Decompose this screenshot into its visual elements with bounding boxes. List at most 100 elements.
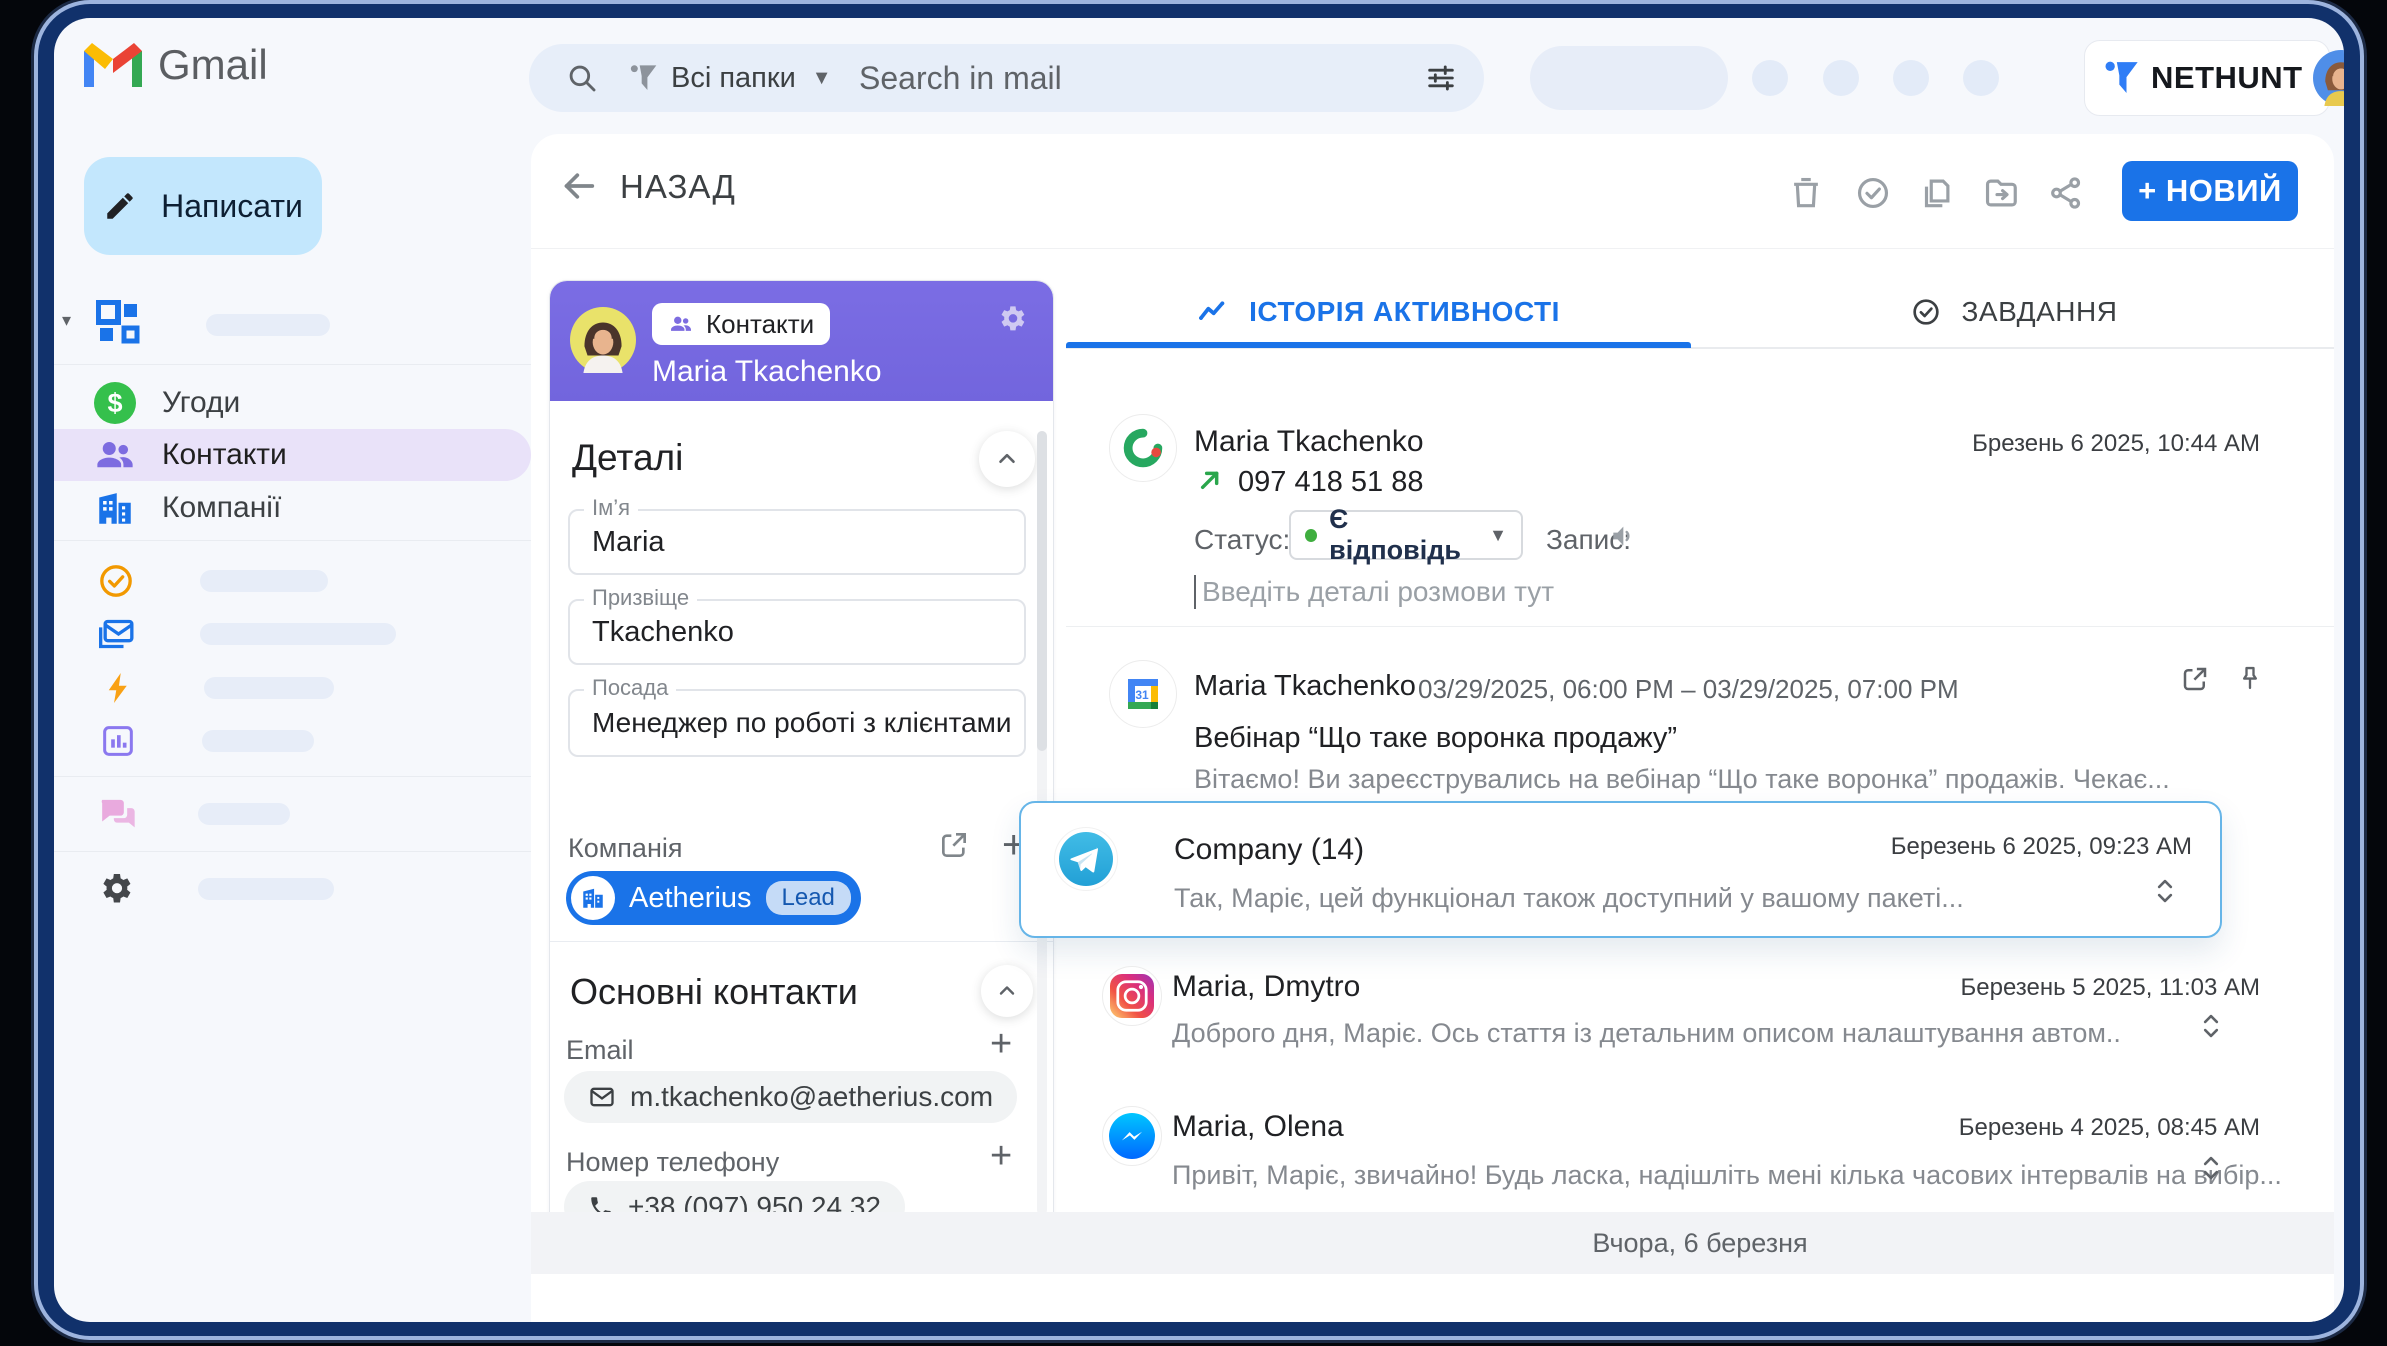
expand-chevrons-icon[interactable] [2198, 1012, 2224, 1040]
message-timestamp: Березень 4 2025, 08:45 AM [1959, 1114, 2260, 1142]
activity-item-instagram-message[interactable]: Maria, Dmytro Березень 5 2025, 11:03 AM … [1066, 956, 2334, 1082]
sidebar-item-tasks-skeleton[interactable] [54, 559, 531, 603]
bar-chart-icon [98, 721, 138, 761]
delete-icon[interactable] [1787, 174, 1827, 214]
job-title-field[interactable]: Посада Менеджер по роботі з клієнтами [568, 689, 1026, 757]
activity-item-calendar-event[interactable]: 31 Maria Tkachenko 03/29/2025, 06:00 PM … [1066, 634, 2334, 810]
first-name-field[interactable]: Ім’я Maria [568, 509, 1026, 575]
sidebar-item-companies[interactable]: Компанії [54, 483, 531, 533]
skeleton-label [202, 730, 314, 752]
message-title: Company (14) [1174, 833, 1364, 867]
share-icon[interactable] [2047, 174, 2087, 214]
expand-chevrons-icon[interactable] [2198, 1154, 2224, 1182]
search-options-tune-icon[interactable] [1424, 61, 1458, 95]
duplicate-icon[interactable] [1917, 174, 1957, 214]
message-preview: Доброго дня, Маріє. Ось стаття із деталь… [1172, 1018, 2121, 1049]
call-note-input[interactable]: Введіть деталі розмови тут [1194, 572, 1554, 612]
tab-tasks[interactable]: ЗАВДАННЯ [1691, 279, 2336, 345]
back-arrow-icon[interactable] [559, 166, 599, 206]
date-separator-label: Вчора, 6 березня [1592, 1228, 1807, 1259]
field-label: Ім’я [584, 495, 638, 521]
call-status-label: Статус: [1194, 524, 1290, 556]
email-value: m.tkachenko@aetherius.com [630, 1081, 993, 1113]
user-avatar[interactable] [2313, 50, 2344, 106]
skeleton-label [198, 803, 290, 825]
activity-item-telegram-message[interactable]: Company (14) Березень 6 2025, 09:23 AM Т… [1019, 801, 2222, 938]
sidebar-item-chat-skeleton[interactable] [54, 792, 531, 836]
tasks-check-circle-icon [1910, 296, 1942, 328]
contact-name: Maria Tkachenko [652, 355, 882, 389]
call-status-dropdown[interactable]: Є відповідь ▼ [1289, 510, 1523, 560]
workspace-grid-icon[interactable] [96, 300, 140, 344]
outgoing-call-arrow-icon [1194, 464, 1226, 496]
card-settings-gear-icon[interactable] [997, 303, 1029, 335]
company-chip[interactable]: Aetherius Lead [566, 871, 861, 925]
activity-divider [1066, 626, 2334, 627]
date-separator-band: Вчора, 6 березня [531, 1212, 2334, 1274]
tab-label: ІСТОРІЯ АКТИВНОСТІ [1249, 296, 1560, 328]
record-type-badge: Контакти [652, 303, 830, 345]
sidebar-item-mail-skeleton[interactable] [54, 612, 531, 656]
google-calendar-icon: 31 [1109, 660, 1177, 728]
sidebar-item-deals[interactable]: $ Угоди [54, 378, 531, 428]
sidebar-item-reports-skeleton[interactable] [54, 719, 531, 763]
new-record-button[interactable]: + НОВИЙ [2122, 161, 2298, 221]
nethunt-funnel-icon-gray [627, 62, 659, 94]
call-title: Maria Tkachenko [1194, 425, 1424, 459]
call-phone-number[interactable]: 097 418 51 88 [1238, 466, 1423, 499]
topbar-placeholder-dot [1823, 60, 1859, 96]
call-status-value: Є відповідь [1329, 504, 1477, 566]
last-name-field[interactable]: Призвіще Tkachenko [568, 599, 1026, 665]
call-note-placeholder: Введіть деталі розмови тут [1202, 576, 1554, 608]
message-preview: Так, Маріє, цей функціонал також доступн… [1174, 883, 1964, 914]
pin-icon[interactable] [2236, 664, 2264, 692]
gmail-logo[interactable]: Gmail [84, 34, 268, 96]
search-placeholder[interactable]: Search in mail [859, 60, 1062, 97]
compose-button[interactable]: Написати [84, 157, 322, 255]
add-email-button[interactable]: + [990, 1025, 1012, 1063]
mark-done-icon[interactable] [1854, 174, 1894, 214]
envelope-icon [588, 1083, 616, 1111]
field-label: Посада [584, 675, 676, 701]
collapse-primary-contacts-button[interactable] [981, 965, 1033, 1017]
sidebar-item-contacts[interactable]: Контакти [54, 429, 531, 481]
skeleton-label [198, 878, 334, 900]
speaker-icon[interactable] [1608, 520, 1640, 552]
open-event-external-link-icon[interactable] [2180, 664, 2210, 694]
company-label: Компанія [568, 833, 682, 864]
message-timestamp: Березень 5 2025, 11:03 AM [1961, 974, 2260, 1002]
lightning-bolt-icon [102, 668, 138, 708]
collapse-caret-icon[interactable]: ▾ [62, 310, 71, 331]
event-preview: Вітаємо! Ви зареєструвались на вебінар “… [1194, 764, 2170, 795]
collapse-details-button[interactable] [979, 431, 1035, 487]
move-to-folder-icon[interactable] [1982, 174, 2022, 214]
card-divider [550, 941, 1053, 942]
record-type-label: Контакти [706, 309, 814, 340]
company-status-tag: Lead [766, 881, 851, 915]
instagram-icon [1102, 966, 1162, 1026]
check-circle-icon [96, 561, 136, 601]
activity-item-messenger-message[interactable]: Maria, Olena Березень 4 2025, 08:45 AM П… [1066, 1094, 2334, 1220]
expand-chevrons-icon[interactable] [2152, 877, 2178, 905]
call-timestamp: Брезень 6 2025, 10:44 AM [1972, 430, 2260, 458]
email-chip[interactable]: m.tkachenko@aetherius.com [564, 1071, 1017, 1123]
topbar-placeholder-dot [1963, 60, 1999, 96]
tab-activity-history[interactable]: ІСТОРІЯ АКТИВНОСТІ [1066, 279, 1691, 345]
back-label[interactable]: НАЗАД [620, 168, 736, 206]
skeleton-label [206, 314, 330, 336]
add-phone-button[interactable]: + [990, 1137, 1012, 1175]
chat-bubbles-icon [98, 794, 138, 834]
search-icon[interactable] [565, 61, 599, 95]
sidebar-item-settings-skeleton[interactable] [54, 867, 531, 911]
open-company-external-link-icon[interactable] [938, 829, 970, 861]
chevron-down-icon: ▼ [812, 67, 832, 90]
contact-avatar [570, 307, 636, 373]
folder-filter-dropdown[interactable]: Всі папки ▼ [671, 58, 832, 98]
activity-item-call[interactable]: Maria Tkachenko Брезень 6 2025, 10:44 AM… [1066, 406, 2334, 624]
sidebar-item-automation-skeleton[interactable] [54, 666, 531, 710]
nethunt-account-badge[interactable]: NETHUNT [2084, 40, 2330, 116]
activity-trend-icon [1197, 296, 1229, 328]
search-bar[interactable]: Всі папки ▼ Search in mail [529, 44, 1484, 112]
screen: Gmail Всі папки ▼ Search in mail NETHU [54, 18, 2344, 1322]
card-scrollbar-thumb[interactable] [1037, 431, 1047, 751]
